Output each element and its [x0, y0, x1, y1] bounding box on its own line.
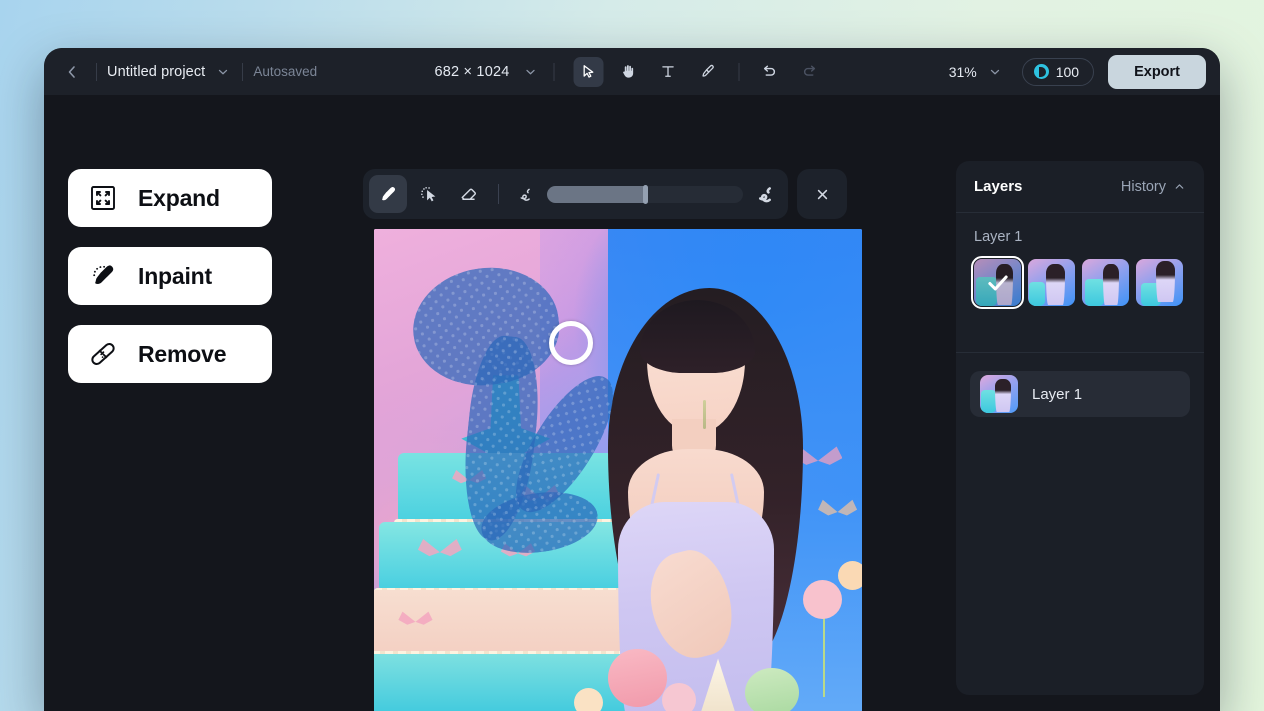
remove-button-label: Remove — [138, 340, 227, 367]
app-header: Untitled project Autosaved 682 × 1024 31… — [44, 48, 1220, 95]
variant-thumbnail-2[interactable] — [1028, 259, 1075, 306]
brush-toolbar — [363, 169, 847, 219]
layer-group-section: Layer 1 — [956, 213, 1204, 309]
hand-tool-button[interactable] — [613, 57, 643, 87]
header-divider-3 — [553, 62, 555, 81]
bandage-icon — [88, 339, 118, 369]
expand-button-label: Expand — [138, 184, 220, 211]
magic-cursor-icon — [419, 185, 438, 204]
layer-name-label: Layer 1 — [1032, 385, 1083, 403]
layers-panel: Layers History Layer 1 Layer 1 — [956, 161, 1204, 695]
close-brush-toolbar-button[interactable] — [803, 175, 841, 213]
inpaint-brush-icon — [88, 261, 118, 291]
inpaint-button[interactable]: Inpaint — [68, 247, 272, 305]
brush-size-slider[interactable] — [547, 184, 743, 204]
app-window: Untitled project Autosaved 682 × 1024 31… — [44, 48, 1220, 711]
header-divider-2 — [242, 62, 244, 81]
chevron-down-icon — [216, 65, 230, 79]
eraser-icon — [459, 185, 478, 204]
select-tool-button[interactable] — [573, 56, 604, 87]
export-button[interactable]: Export — [1108, 54, 1206, 89]
hand-icon — [620, 63, 637, 80]
credits-badge[interactable]: 100 — [1021, 57, 1095, 86]
workspace: Expand Inpaint Remove Layers History Lay… — [44, 95, 1220, 711]
tab-history[interactable]: History — [1121, 179, 1186, 195]
layers-panel-header: Layers History — [956, 161, 1204, 213]
redo-arrow-icon — [800, 63, 818, 81]
variant-thumbnail-4[interactable] — [1136, 259, 1183, 306]
slider-fill — [547, 185, 645, 203]
undo-arrow-icon — [760, 63, 778, 81]
project-dropdown-button[interactable] — [214, 63, 232, 81]
header-right-cluster: 31% 100 Export — [948, 54, 1206, 89]
paintbrush-icon — [379, 185, 398, 204]
check-icon — [974, 259, 1021, 306]
list-item[interactable]: Layer 1 — [970, 371, 1190, 417]
brush-tool-button[interactable] — [693, 57, 723, 87]
zoom-level-label: 31% — [948, 63, 977, 80]
chevron-left-icon — [64, 64, 80, 80]
canvas-dimensions-label: 682 × 1024 — [434, 63, 510, 80]
tab-layers[interactable]: Layers — [974, 178, 1022, 195]
tab-history-label: History — [1120, 178, 1166, 195]
large-stroke-icon — [755, 184, 776, 205]
undo-button[interactable] — [754, 57, 784, 87]
header-center-tools: 682 × 1024 — [434, 56, 830, 87]
left-action-list: Expand Inpaint Remove — [68, 169, 272, 383]
chevron-up-icon — [1173, 180, 1186, 193]
brush-tool-button[interactable] — [369, 175, 407, 213]
brush-cursor-ring — [549, 321, 593, 365]
image-canvas[interactable] — [374, 229, 862, 711]
credits-value: 100 — [1055, 63, 1080, 80]
cursor-arrow-icon — [580, 63, 597, 80]
redo-button[interactable] — [794, 57, 824, 87]
chevron-down-icon — [988, 65, 1002, 79]
credit-coin-icon — [1033, 64, 1049, 79]
text-t-icon — [660, 63, 677, 80]
variant-thumbnail-3[interactable] — [1082, 259, 1129, 306]
variant-thumbnail-row — [971, 256, 1186, 309]
dimensions-dropdown-button[interactable] — [521, 63, 539, 81]
project-name: Untitled project — [107, 63, 206, 80]
back-button[interactable] — [58, 58, 86, 86]
inpaint-button-label: Inpaint — [138, 262, 212, 289]
brush-toolbar-close-group — [797, 169, 847, 219]
chevron-down-icon — [523, 65, 537, 79]
text-tool-button[interactable] — [653, 57, 683, 87]
expand-frame-icon — [88, 183, 118, 213]
header-divider-1 — [96, 62, 97, 81]
magic-select-tool-button[interactable] — [409, 175, 447, 213]
eraser-tool-button[interactable] — [449, 175, 487, 213]
header-divider-4 — [738, 62, 740, 81]
zoom-dropdown-button[interactable] — [986, 63, 1004, 81]
canvas-artwork — [374, 229, 862, 711]
small-stroke-icon — [516, 185, 535, 204]
toolbar-divider — [498, 184, 499, 204]
slider-handle[interactable] — [643, 184, 648, 204]
remove-button[interactable]: Remove — [68, 325, 272, 383]
close-x-icon — [814, 186, 831, 203]
layer-group-title: Layer 1 — [974, 229, 1023, 245]
brush-toolbar-main-group — [363, 169, 788, 219]
paintbrush-icon — [700, 63, 717, 80]
expand-button[interactable]: Expand — [68, 169, 272, 227]
variant-thumbnail-1[interactable] — [971, 256, 1024, 309]
panel-divider — [956, 352, 1204, 353]
brush-size-control — [510, 184, 782, 205]
autosaved-status: Autosaved — [253, 64, 318, 79]
layer-thumbnail — [980, 375, 1018, 413]
